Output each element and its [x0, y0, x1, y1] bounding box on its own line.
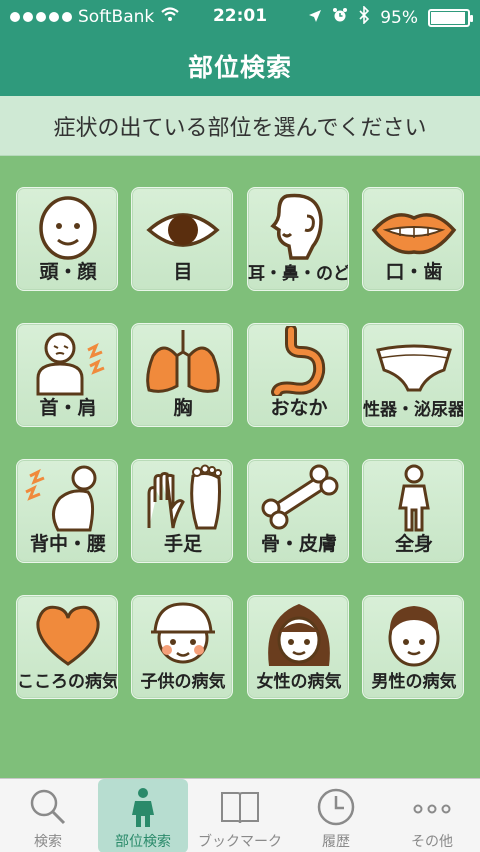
body-part-stomach[interactable]: おなか: [247, 323, 349, 427]
body-part-label: 頭・顔: [39, 261, 97, 283]
body-part-label: おなか: [270, 397, 328, 419]
body-part-label: 背中・腰: [29, 533, 106, 555]
tab-search[interactable]: 検索: [0, 779, 96, 852]
body-part-label: 手足: [163, 533, 202, 555]
hand-foot-icon: [133, 462, 232, 532]
body-part-label: 女性の病気: [256, 672, 342, 692]
tab-more[interactable]: その他: [384, 779, 480, 852]
body-part-label: 口・歯: [385, 261, 443, 283]
ear-nose-throat-icon: [249, 190, 348, 260]
heart-icon: [18, 598, 117, 668]
body-part-hand-foot[interactable]: 手足: [131, 459, 233, 563]
body-part-label: 胸: [173, 397, 193, 419]
battery-icon: [428, 8, 473, 27]
tab-bar: 検索 部位検索 ブックマーク 履歴 その他: [0, 778, 480, 852]
body-part-label: 骨・皮膚: [260, 533, 337, 555]
tab-label: 部位検索: [115, 834, 171, 850]
body-figure-icon: [123, 787, 163, 827]
page-title: 部位検索: [187, 53, 292, 82]
body-part-mental[interactable]: こころの病気: [16, 595, 118, 699]
tab-label: 履歴: [322, 834, 350, 850]
body-part-bone-skin[interactable]: 骨・皮膚: [247, 459, 349, 563]
tab-history[interactable]: 履歴: [288, 779, 384, 852]
stomach-icon: [249, 324, 348, 398]
body-part-head-face[interactable]: 頭・顔: [16, 187, 118, 291]
body-part-women[interactable]: 女性の病気: [247, 595, 349, 699]
body-part-label: 全身: [394, 533, 433, 555]
body-part-label: 男性の病気: [371, 672, 457, 692]
tab-label: ブックマーク: [198, 834, 282, 850]
whole-body-icon: [364, 462, 463, 532]
body-part-whole-body[interactable]: 全身: [362, 459, 464, 563]
tab-label: その他: [411, 834, 453, 850]
body-part-label: 目: [173, 261, 193, 283]
instruction-banner: 症状の出ている部位を選んでください: [0, 96, 480, 156]
body-part-ear-nose-throat[interactable]: 耳・鼻・のど: [247, 187, 349, 291]
body-part-label: 耳・鼻・のど: [248, 264, 349, 284]
body-part-men[interactable]: 男性の病気: [362, 595, 464, 699]
body-part-label: こころの病気: [17, 672, 118, 692]
body-part-mouth-teeth[interactable]: 口・歯: [362, 187, 464, 291]
body-part-eye[interactable]: 目: [131, 187, 233, 291]
tab-bookmark[interactable]: ブックマーク: [192, 779, 288, 852]
alarm-icon: [332, 7, 348, 28]
eye-icon: [133, 190, 232, 260]
back-waist-icon: [18, 462, 117, 532]
mouth-teeth-icon: [364, 190, 463, 260]
body-part-back-waist[interactable]: 背中・腰: [16, 459, 118, 563]
body-part-genital-urinary[interactable]: 性器・泌尿器: [362, 323, 464, 427]
clock-icon: [316, 787, 356, 827]
neck-shoulder-icon: [18, 326, 117, 396]
instruction-text: 症状の出ている部位を選んでください: [53, 115, 427, 141]
battery-percent: 95%: [380, 7, 418, 28]
head-face-icon: [18, 190, 117, 260]
underwear-icon: [364, 326, 463, 396]
tab-label: 検索: [34, 834, 62, 850]
child-icon: [133, 598, 232, 668]
body-part-neck-shoulder[interactable]: 首・肩: [16, 323, 118, 427]
body-part-child[interactable]: 子供の病気: [131, 595, 233, 699]
body-part-chest[interactable]: 胸: [131, 323, 233, 427]
body-part-grid: 頭・顔 目 耳・鼻・のど 口・歯 首・肩 胸 おなか 性器・泌尿器 背中・腰 手…: [0, 156, 480, 776]
body-part-label: 性器・泌尿器: [363, 400, 464, 420]
book-icon: [220, 787, 260, 827]
woman-icon: [249, 598, 348, 668]
lungs-icon: [133, 326, 232, 396]
more-dots-icon: [412, 787, 452, 827]
status-bar: SoftBank 22:01 95%: [0, 0, 480, 34]
tab-body-part-search[interactable]: 部位検索: [98, 779, 188, 852]
body-part-label: 首・肩: [39, 397, 97, 419]
bone-icon: [249, 462, 348, 532]
body-part-label: 子供の病気: [140, 672, 226, 692]
search-icon: [28, 787, 68, 827]
bluetooth-icon: [358, 5, 370, 29]
man-icon: [364, 598, 463, 668]
location-arrow-icon: [308, 8, 322, 28]
navigation-header: SoftBank 22:01 95% 部位検索: [0, 0, 480, 96]
